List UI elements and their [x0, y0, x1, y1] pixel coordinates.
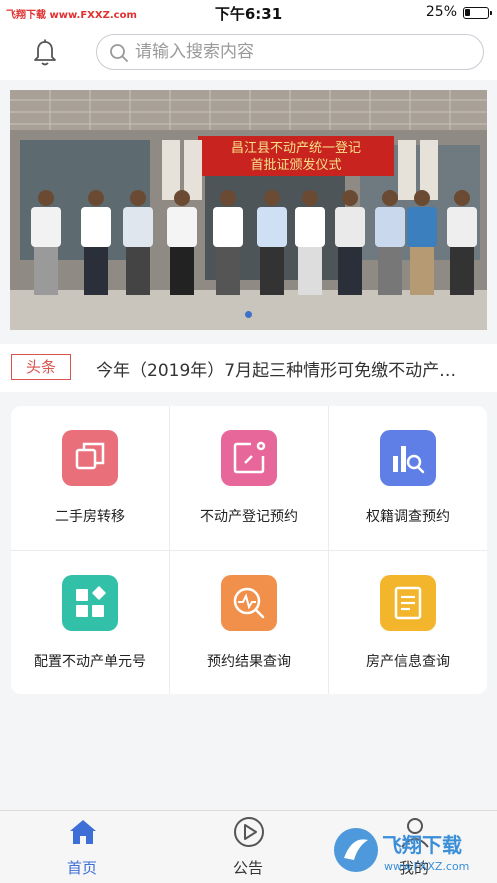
home-icon	[70, 820, 96, 844]
status-time: 下午6:31	[214, 5, 283, 23]
play-circle-icon	[234, 817, 264, 847]
document-icon	[380, 575, 436, 631]
service-second-hand-transfer[interactable]: 二手房转移	[11, 406, 169, 550]
service-label: 二手房转移	[55, 509, 125, 525]
grid-icon	[62, 575, 118, 631]
tab-announcements[interactable]: 公告	[188, 811, 308, 883]
tab-announcements-label: 公告	[232, 859, 263, 877]
service-label: 房产信息查询	[366, 654, 450, 670]
tab-home-label: 首页	[66, 859, 97, 877]
carousel-indicator	[0, 303, 497, 322]
battery-percent: 25%	[425, 4, 457, 20]
headline-ticker[interactable]: 头条 今年（2019年）7月起三种情形可免缴不动产…	[0, 344, 497, 392]
header	[0, 26, 497, 80]
search-icon	[110, 44, 128, 62]
banner-photo: 昌江县不动产统一登记 首批证颁发仪式	[10, 90, 487, 330]
banner-sign-line2: 首批证颁发仪式	[250, 157, 341, 173]
service-label: 权籍调查预约	[366, 509, 450, 525]
edit-icon	[221, 430, 277, 486]
watermark-brand: 飞翔下载	[382, 833, 462, 857]
service-label: 配置不动产单元号	[34, 654, 146, 670]
battery-icon	[463, 7, 492, 19]
services-grid: 二手房转移 不动产登记预约 权籍调查预约 配置不动产单元号 预约结果查询 房产信…	[11, 406, 487, 694]
banner-sign-line1: 昌江县不动产统一登记	[231, 141, 361, 156]
bell-icon[interactable]	[30, 38, 60, 68]
copy-icon	[62, 430, 118, 486]
service-booking-result-query[interactable]: 预约结果查询	[170, 551, 328, 695]
search-bar[interactable]	[96, 34, 484, 70]
service-title-survey-booking[interactable]: 权籍调查预约	[329, 406, 487, 550]
headline-text[interactable]: 今年（2019年）7月起三种情形可免缴不动产…	[96, 356, 476, 381]
banner-carousel[interactable]: 昌江县不动产统一登记 首批证颁发仪式	[10, 90, 487, 330]
chart-search-icon	[380, 430, 436, 486]
carousel-dot[interactable]	[245, 311, 252, 318]
service-label: 不动产登记预约	[200, 509, 298, 525]
pulse-search-icon	[221, 575, 277, 631]
watermark-logo: 飞翔下载 www.FXXZ.com	[334, 828, 469, 873]
status-bar: 飞翔下载 www.FXXZ.com 下午6:31 25%	[0, 0, 497, 26]
tab-home[interactable]: 首页	[22, 811, 142, 883]
headline-badge: 头条	[11, 354, 71, 380]
watermark-url: www.FXXZ.com	[384, 860, 469, 873]
service-registration-booking[interactable]: 不动产登记预约	[170, 406, 328, 550]
service-property-info-query[interactable]: 房产信息查询	[329, 551, 487, 695]
service-unit-number-config[interactable]: 配置不动产单元号	[11, 551, 169, 695]
search-input[interactable]	[135, 35, 465, 69]
service-label: 预约结果查询	[207, 654, 291, 670]
